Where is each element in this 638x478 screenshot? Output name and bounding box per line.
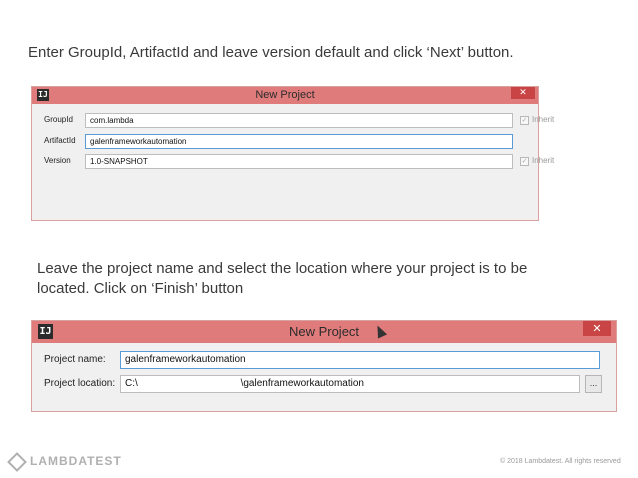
close-button[interactable]: ✕: [583, 321, 611, 336]
version-inherit-label: Inherit: [532, 156, 555, 165]
logo-text: LAMBDATEST: [30, 454, 122, 468]
project-name-input[interactable]: galenframeworkautomation: [120, 351, 600, 369]
project-location-label: Project location:: [44, 378, 116, 389]
groupid-row: GroupId com.lambda ✓ Inherit: [32, 113, 554, 129]
version-inherit-checkbox[interactable]: ✓: [520, 157, 529, 166]
groupid-label: GroupId: [44, 115, 73, 124]
dialog-titlebar: IJ New Project ✕: [32, 321, 616, 343]
lambdatest-logo: LAMBDATEST: [7, 451, 122, 472]
version-label: Version: [44, 156, 71, 165]
dialog-title: New Project: [288, 324, 360, 339]
copyright-text: © 2018 Lambdatest. All rights reserved: [500, 458, 621, 465]
groupid-inherit-label: Inherit: [532, 115, 555, 124]
project-name-row: Project name: galenframeworkautomation: [32, 351, 616, 371]
groupid-input[interactable]: com.lambda: [85, 113, 513, 128]
groupid-inherit-checkbox[interactable]: ✓: [520, 116, 529, 125]
version-input[interactable]: 1.0-SNAPSHOT: [85, 154, 513, 169]
close-button[interactable]: ✕: [511, 87, 535, 99]
artifactid-label: ArtifactId: [44, 136, 76, 145]
instruction-text-1: Enter GroupId, ArtifactId and leave vers…: [28, 44, 514, 61]
new-project-dialog-location: IJ New Project ✕ Project name: galenfram…: [31, 320, 617, 412]
project-name-label: Project name:: [44, 354, 106, 365]
lambdatest-logo-icon: [7, 451, 27, 472]
browse-button[interactable]: ...: [585, 375, 602, 393]
new-project-dialog-maven: IJ New Project ✕ GroupId com.lambda ✓ In…: [31, 86, 554, 221]
project-location-input[interactable]: C:\ \galenframeworkautomation: [120, 375, 580, 393]
instruction-text-2: Leave the project name and select the lo…: [37, 260, 528, 297]
artifactid-row: ArtifactId galenframeworkautomation: [32, 134, 538, 150]
project-location-row: Project location: C:\ \galenframeworkaut…: [32, 375, 616, 395]
dialog-titlebar: IJ New Project ✕: [32, 87, 538, 104]
dialog-title: New Project: [255, 89, 315, 101]
artifactid-input[interactable]: galenframeworkautomation: [85, 134, 513, 149]
version-row: Version 1.0-SNAPSHOT ✓ Inherit: [32, 154, 554, 170]
